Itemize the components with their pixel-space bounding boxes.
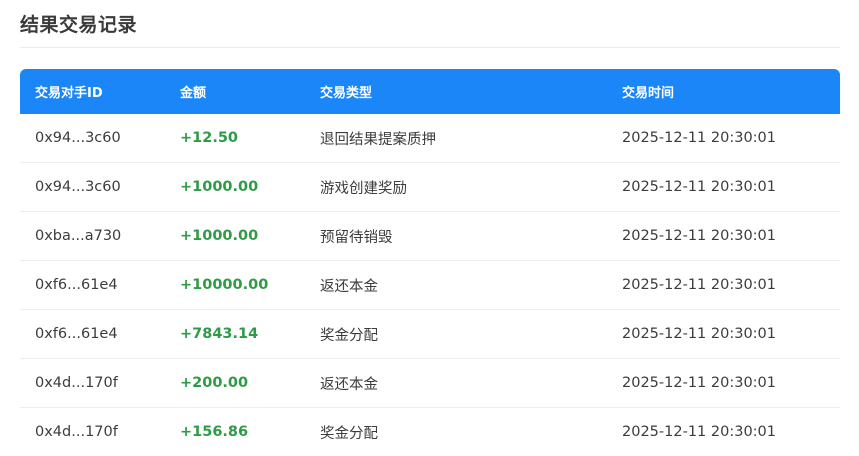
- table-row[interactable]: 0x94...3c60 +12.50 退回结果提案质押 2025-12-11 2…: [20, 114, 840, 163]
- table-body: 0x94...3c60 +12.50 退回结果提案质押 2025-12-11 2…: [20, 114, 840, 456]
- table-row[interactable]: 0xba...a730 +1000.00 预留待销毁 2025-12-11 20…: [20, 212, 840, 261]
- title-divider: [20, 47, 840, 48]
- amount-value: +12.50: [165, 114, 305, 163]
- table-row[interactable]: 0xf6...61e4 +10000.00 返还本金 2025-12-11 20…: [20, 261, 840, 310]
- transaction-type: 预留待销毁: [305, 212, 607, 261]
- transaction-type: 退回结果提案质押: [305, 114, 607, 163]
- counterparty-id: 0x94...3c60: [20, 114, 165, 163]
- transaction-type: 返还本金: [305, 261, 607, 310]
- column-header-type[interactable]: 交易类型: [305, 69, 607, 114]
- counterparty-id: 0xf6...61e4: [20, 310, 165, 359]
- transaction-time: 2025-12-11 20:30:01: [607, 114, 840, 163]
- amount-value: +1000.00: [165, 212, 305, 261]
- transactions-table: 交易对手ID 金额 交易类型 交易时间 0x94...3c60 +12.50 退…: [20, 69, 840, 456]
- table-row[interactable]: 0x4d...170f +200.00 返还本金 2025-12-11 20:3…: [20, 359, 840, 408]
- column-header-counterparty[interactable]: 交易对手ID: [20, 69, 165, 114]
- page: 结果交易记录 交易对手ID 金额 交易类型 交易时间 0x94...3c60 +…: [0, 0, 859, 456]
- amount-value: +156.86: [165, 408, 305, 456]
- amount-value: +1000.00: [165, 163, 305, 212]
- counterparty-id: 0x4d...170f: [20, 359, 165, 408]
- transaction-time: 2025-12-11 20:30:01: [607, 408, 840, 456]
- transaction-type: 返还本金: [305, 359, 607, 408]
- transaction-time: 2025-12-11 20:30:01: [607, 212, 840, 261]
- transaction-time: 2025-12-11 20:30:01: [607, 359, 840, 408]
- table-header: 交易对手ID 金额 交易类型 交易时间: [20, 69, 840, 114]
- counterparty-id: 0xf6...61e4: [20, 261, 165, 310]
- transactions-table-container: 交易对手ID 金额 交易类型 交易时间 0x94...3c60 +12.50 退…: [20, 69, 840, 456]
- table-row[interactable]: 0x4d...170f +156.86 奖金分配 2025-12-11 20:3…: [20, 408, 840, 456]
- transaction-time: 2025-12-11 20:30:01: [607, 310, 840, 359]
- amount-value: +10000.00: [165, 261, 305, 310]
- transaction-time: 2025-12-11 20:30:01: [607, 261, 840, 310]
- table-row[interactable]: 0x94...3c60 +1000.00 游戏创建奖励 2025-12-11 2…: [20, 163, 840, 212]
- table-header-row: 交易对手ID 金额 交易类型 交易时间: [20, 69, 840, 114]
- transaction-time: 2025-12-11 20:30:01: [607, 163, 840, 212]
- page-title: 结果交易记录: [20, 14, 138, 36]
- column-header-time[interactable]: 交易时间: [607, 69, 840, 114]
- counterparty-id: 0xba...a730: [20, 212, 165, 261]
- column-header-amount[interactable]: 金额: [165, 69, 305, 114]
- counterparty-id: 0x4d...170f: [20, 408, 165, 456]
- amount-value: +200.00: [165, 359, 305, 408]
- amount-value: +7843.14: [165, 310, 305, 359]
- counterparty-id: 0x94...3c60: [20, 163, 165, 212]
- transaction-type: 奖金分配: [305, 408, 607, 456]
- transaction-type: 奖金分配: [305, 310, 607, 359]
- table-row[interactable]: 0xf6...61e4 +7843.14 奖金分配 2025-12-11 20:…: [20, 310, 840, 359]
- transaction-type: 游戏创建奖励: [305, 163, 607, 212]
